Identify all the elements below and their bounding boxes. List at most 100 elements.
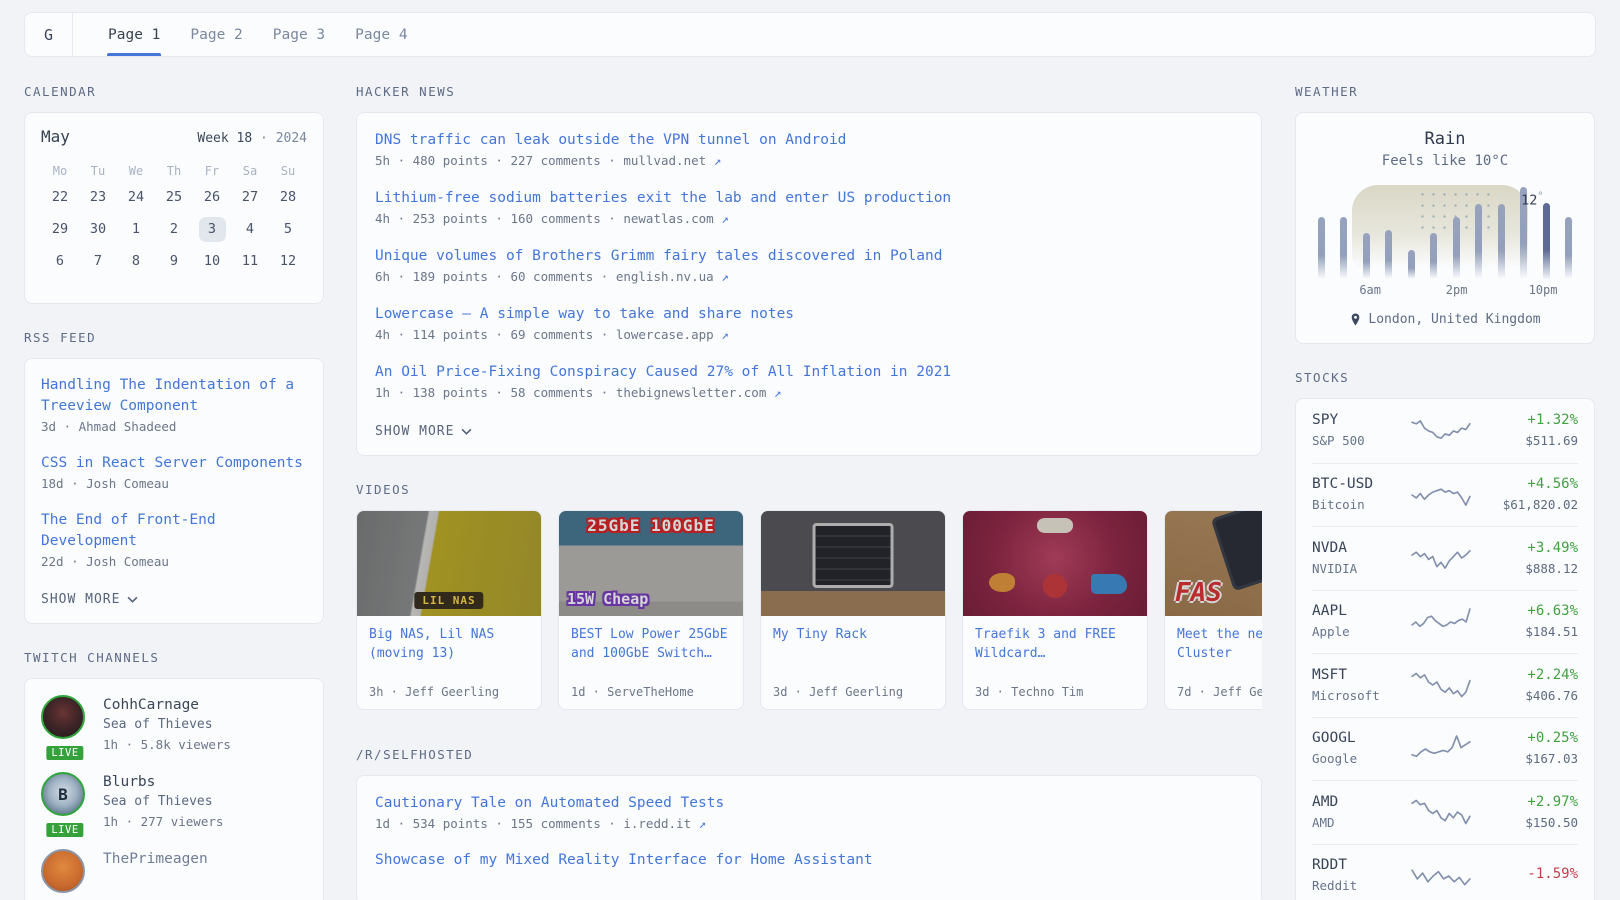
calendar-week-year: Week 18 · 2024 (197, 131, 307, 146)
hn-item: Lowercase – A simple way to take and sha… (375, 304, 1243, 345)
avatar[interactable] (41, 695, 85, 739)
video-card: FAS Meet the new Linux Cluster 7d · Jeff… (1164, 510, 1262, 710)
tab-page-2[interactable]: Page 2 (175, 13, 257, 56)
stock-sparkline (1410, 541, 1472, 575)
current-temp-label: 12° (1521, 191, 1543, 209)
reddit-item: Showcase of my Mixed Reality Interface f… (375, 850, 1243, 871)
thumbnail-caption: 15W Cheap (567, 590, 648, 608)
hn-item-meta: 4h · 253 points · 160 comments · newatla… (375, 209, 1243, 229)
video-title-link[interactable]: Big NAS, Lil NAS (moving 13) (369, 625, 529, 663)
stocks-widget: SPYS&P 500 +1.32%$511.69 BTC-USDBitcoin … (1295, 398, 1595, 900)
reddit-section: /R/SELFHOSTED Cautionary Tale on Automat… (356, 748, 1262, 900)
reddit-item-domain-link[interactable]: i.redd.it ↗ (623, 816, 706, 831)
rss-item-title-link[interactable]: The End of Front-End Development (41, 510, 307, 552)
video-card: My Tiny Rack 3d · Jeff Geerling (760, 510, 946, 710)
calendar-day: 30 (79, 213, 117, 245)
stock-change: +2.24% (1472, 666, 1578, 685)
twitch-channel-name-link[interactable]: Blurbs (103, 772, 223, 792)
external-link-icon: ↗ (721, 327, 729, 342)
server-rack-graphic (813, 523, 894, 588)
calendar-day-selected: 3 (193, 213, 231, 245)
stock-row[interactable]: BTC-USDBitcoin +4.56%$61,820.02 (1312, 463, 1578, 527)
twitch-channel-meta: 1h · 277 viewers (103, 812, 223, 831)
avatar[interactable]: B (41, 772, 85, 816)
hn-item-title-link[interactable]: Lowercase – A simple way to take and sha… (375, 304, 1243, 325)
stock-price: $888.12 (1472, 560, 1578, 578)
twitch-channel-meta: 1h · 5.8k viewers (103, 735, 231, 754)
tab-page-4[interactable]: Page 4 (340, 13, 422, 56)
stock-name: Google (1312, 750, 1400, 768)
stock-change: +6.63% (1472, 602, 1578, 621)
video-thumbnail[interactable]: 25GbE 100GbE 15W Cheap (559, 511, 743, 616)
stock-row[interactable]: GOOGLGoogle +0.25%$167.03 (1312, 717, 1578, 781)
twitch-channel-game[interactable]: Sea of Thieves (103, 715, 231, 735)
reddit-item-title-link[interactable]: Showcase of my Mixed Reality Interface f… (375, 850, 1243, 871)
twitch-channel-name-link[interactable]: ThePrimeagen (103, 849, 208, 869)
rss-section-title: RSS FEED (24, 331, 324, 345)
calendar-day: 29 (41, 213, 79, 245)
stock-symbol: AAPL (1312, 602, 1400, 621)
video-card: Traefik 3 and FREE Wildcard… 3d · Techno… (962, 510, 1148, 710)
video-thumbnail[interactable] (761, 511, 945, 616)
stock-row[interactable]: AMDAMD +2.97%$150.50 (1312, 780, 1578, 844)
video-thumbnail[interactable] (963, 511, 1147, 616)
stock-row[interactable]: RDDTReddit -1.59% (1312, 844, 1578, 900)
rss-item: The End of Front-End Development 22d · J… (41, 510, 307, 572)
weather-section: WEATHER Rain Feels like 10°C 12° 6am 2pm… (1295, 85, 1595, 344)
hn-item-domain-link[interactable]: lowercase.app ↗ (616, 327, 729, 342)
stock-name: Microsoft (1312, 687, 1400, 705)
hn-item-title-link[interactable]: Lithium-free sodium batteries exit the l… (375, 188, 1243, 209)
twitch-channel-name-link[interactable]: CohhCarnage (103, 695, 231, 715)
top-navigation-bar: G Page 1 Page 2 Page 3 Page 4 (24, 12, 1596, 57)
hn-item-title-link[interactable]: An Oil Price-Fixing Conspiracy Caused 27… (375, 362, 1243, 383)
weather-bar (1318, 217, 1325, 279)
hn-item-title-link[interactable]: DNS traffic can leak outside the VPN tun… (375, 130, 1243, 151)
avatar[interactable] (41, 849, 85, 893)
rss-show-more-button[interactable]: SHOW MORE (41, 592, 138, 607)
video-title-link[interactable]: Meet the new Linux Cluster (1177, 625, 1262, 663)
stock-price: $61,820.02 (1472, 496, 1578, 514)
hn-item-domain-link[interactable]: english.nv.ua ↗ (616, 269, 729, 284)
reddit-item: Cautionary Tale on Automated Speed Tests… (375, 793, 1243, 834)
stock-name: NVIDIA (1312, 560, 1400, 578)
reddit-item-title-link[interactable]: Cautionary Tale on Automated Speed Tests (375, 793, 1243, 814)
weather-bar (1430, 233, 1437, 279)
hn-item-meta: 1h · 138 points · 58 comments · thebigne… (375, 383, 1243, 403)
weather-bar (1340, 217, 1347, 279)
video-title-link[interactable]: Traefik 3 and FREE Wildcard… (975, 625, 1135, 663)
location-pin-icon (1349, 312, 1362, 327)
twitch-channel-game[interactable]: Sea of Thieves (103, 792, 223, 812)
rss-item-title-link[interactable]: Handling The Indentation of a Treeview C… (41, 375, 307, 417)
video-thumbnail[interactable]: FAS (1165, 511, 1262, 616)
calendar-day: 8 (117, 245, 155, 277)
video-thumbnail[interactable]: LIL NAS (357, 511, 541, 616)
stock-name: S&P 500 (1312, 432, 1400, 450)
app-logo[interactable]: G (25, 13, 73, 56)
stock-price: $511.69 (1472, 432, 1578, 450)
stock-row[interactable]: SPYS&P 500 +1.32%$511.69 (1312, 399, 1578, 463)
hn-item-domain-link[interactable]: newatlas.com ↗ (623, 211, 728, 226)
hn-item-meta: 4h · 114 points · 69 comments · lowercas… (375, 325, 1243, 345)
weather-time-axis: 6am 2pm 10pm (1316, 283, 1574, 301)
tab-page-1[interactable]: Page 1 (93, 13, 175, 56)
rss-item-title-link[interactable]: CSS in React Server Components (41, 453, 307, 474)
hn-item-domain-link[interactable]: mullvad.net ↗ (623, 153, 721, 168)
hn-item-domain-link[interactable]: thebignewsletter.com ↗ (616, 385, 782, 400)
calendar-widget: May Week 18 · 2024 Mo Tu We Th Fr Sa Su … (24, 112, 324, 304)
stock-row[interactable]: AAPLApple +6.63%$184.51 (1312, 590, 1578, 654)
chevron-down-icon (461, 428, 472, 435)
calendar-day: 23 (79, 181, 117, 213)
video-title-link[interactable]: My Tiny Rack (773, 625, 933, 644)
stock-price: $184.51 (1472, 623, 1578, 641)
stock-row[interactable]: MSFTMicrosoft +2.24%$406.76 (1312, 653, 1578, 717)
weather-feels-like: Feels like 10°C (1310, 151, 1580, 171)
rss-section: RSS FEED Handling The Indentation of a T… (24, 331, 324, 624)
calendar-day: 9 (155, 245, 193, 277)
hn-item: Lithium-free sodium batteries exit the l… (375, 188, 1243, 229)
calendar-month: May (41, 127, 70, 146)
video-title-link[interactable]: BEST Low Power 25GbE and 100GbE Switch… (571, 625, 731, 663)
hn-item-title-link[interactable]: Unique volumes of Brothers Grimm fairy t… (375, 246, 1243, 267)
stock-row[interactable]: NVDANVIDIA +3.49%$888.12 (1312, 526, 1578, 590)
hn-show-more-button[interactable]: SHOW MORE (375, 424, 472, 439)
tab-page-3[interactable]: Page 3 (258, 13, 340, 56)
